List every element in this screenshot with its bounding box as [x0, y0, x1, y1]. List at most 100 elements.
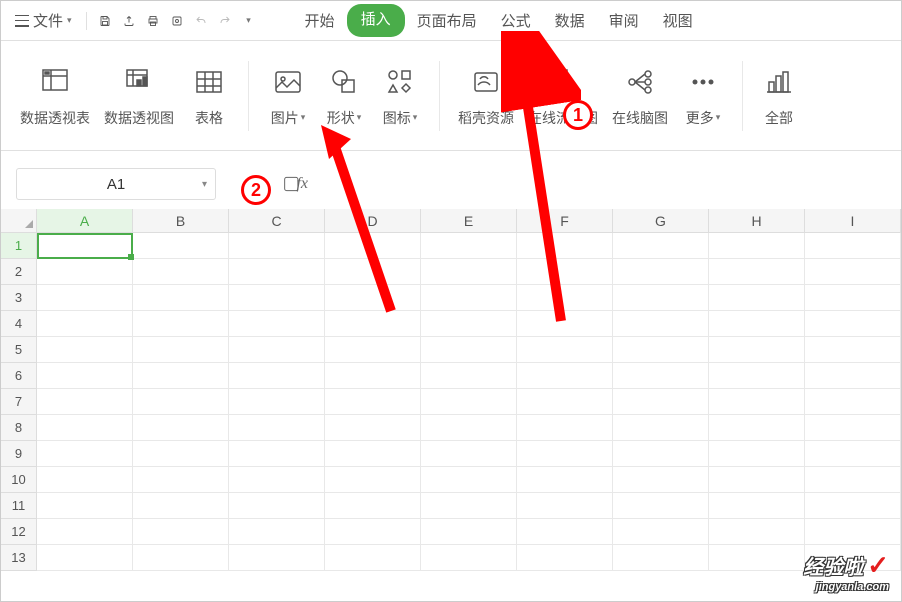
cell[interactable]: [709, 415, 805, 441]
cell[interactable]: [133, 389, 229, 415]
undo-icon[interactable]: [191, 11, 211, 31]
ribbon-pivot-table[interactable]: 数据透视表: [16, 56, 94, 136]
cell[interactable]: [709, 545, 805, 571]
ribbon-resource[interactable]: 稻壳资源: [454, 56, 518, 136]
cell[interactable]: [133, 311, 229, 337]
ribbon-icon-btn[interactable]: 图标▾: [375, 56, 425, 136]
column-header[interactable]: A: [37, 209, 133, 233]
cell[interactable]: [517, 259, 613, 285]
cell[interactable]: [37, 311, 133, 337]
print-icon[interactable]: [143, 11, 163, 31]
row-header[interactable]: 10: [1, 467, 37, 493]
cell[interactable]: [229, 415, 325, 441]
cell[interactable]: [517, 311, 613, 337]
cell[interactable]: [421, 545, 517, 571]
ribbon-all[interactable]: 全部: [757, 56, 801, 136]
cell[interactable]: [613, 233, 709, 259]
cell[interactable]: [709, 519, 805, 545]
cell[interactable]: [613, 441, 709, 467]
cell[interactable]: [805, 259, 901, 285]
cell[interactable]: [37, 363, 133, 389]
cell[interactable]: [229, 337, 325, 363]
cell[interactable]: [133, 337, 229, 363]
cell[interactable]: [37, 545, 133, 571]
cell[interactable]: [517, 415, 613, 441]
cell[interactable]: [229, 467, 325, 493]
cell[interactable]: [37, 467, 133, 493]
row-header[interactable]: 13: [1, 545, 37, 571]
cell[interactable]: [133, 545, 229, 571]
cell[interactable]: [229, 545, 325, 571]
row-header[interactable]: 1: [1, 233, 37, 259]
row-header[interactable]: 8: [1, 415, 37, 441]
cell[interactable]: [613, 259, 709, 285]
cell[interactable]: [133, 415, 229, 441]
ribbon-pivot-chart[interactable]: 数据透视图: [100, 56, 178, 136]
cell[interactable]: [421, 363, 517, 389]
cell[interactable]: [325, 519, 421, 545]
cell[interactable]: [37, 415, 133, 441]
file-menu-button[interactable]: 文件 ▾: [9, 6, 78, 35]
cell[interactable]: [709, 441, 805, 467]
row-header[interactable]: 9: [1, 441, 37, 467]
cell[interactable]: [421, 259, 517, 285]
column-header[interactable]: B: [133, 209, 229, 233]
cell[interactable]: [37, 389, 133, 415]
cell[interactable]: [613, 519, 709, 545]
cell[interactable]: [37, 259, 133, 285]
row-header[interactable]: 2: [1, 259, 37, 285]
cell[interactable]: [229, 363, 325, 389]
cell[interactable]: [613, 389, 709, 415]
cell[interactable]: [517, 519, 613, 545]
cell[interactable]: [421, 441, 517, 467]
cell[interactable]: [133, 233, 229, 259]
cell[interactable]: [229, 519, 325, 545]
column-header[interactable]: G: [613, 209, 709, 233]
cell[interactable]: [613, 415, 709, 441]
cell[interactable]: [709, 389, 805, 415]
cell-reference-box[interactable]: A1 ▾: [16, 168, 216, 200]
cell[interactable]: [325, 311, 421, 337]
cell[interactable]: [517, 233, 613, 259]
redo-icon[interactable]: [215, 11, 235, 31]
cell[interactable]: [805, 493, 901, 519]
cell[interactable]: [229, 441, 325, 467]
cell[interactable]: [613, 467, 709, 493]
tab-page-layout[interactable]: 页面布局: [405, 4, 489, 37]
cell[interactable]: [709, 285, 805, 311]
cell[interactable]: [421, 311, 517, 337]
cell[interactable]: [37, 233, 133, 259]
cell[interactable]: [133, 441, 229, 467]
cell[interactable]: [325, 337, 421, 363]
customize-dropdown-icon[interactable]: ▾: [239, 11, 259, 31]
cell[interactable]: [421, 285, 517, 311]
fx-button[interactable]: fx: [284, 172, 308, 196]
cell[interactable]: [133, 467, 229, 493]
cell[interactable]: [517, 545, 613, 571]
row-header[interactable]: 7: [1, 389, 37, 415]
row-header[interactable]: 3: [1, 285, 37, 311]
ribbon-table[interactable]: 表格: [184, 56, 234, 136]
cell[interactable]: [37, 285, 133, 311]
cell[interactable]: [325, 441, 421, 467]
cell[interactable]: [325, 389, 421, 415]
cell[interactable]: [37, 493, 133, 519]
row-header[interactable]: 6: [1, 363, 37, 389]
ribbon-online-mind[interactable]: 在线脑图: [608, 56, 672, 136]
tab-start[interactable]: 开始: [293, 4, 347, 37]
cell[interactable]: [325, 545, 421, 571]
cell[interactable]: [709, 337, 805, 363]
cell[interactable]: [421, 233, 517, 259]
cell[interactable]: [805, 519, 901, 545]
cell[interactable]: [709, 493, 805, 519]
cell[interactable]: [709, 363, 805, 389]
cell[interactable]: [709, 259, 805, 285]
cell[interactable]: [37, 519, 133, 545]
cell[interactable]: [325, 259, 421, 285]
cell[interactable]: [805, 415, 901, 441]
cell[interactable]: [325, 467, 421, 493]
tab-insert[interactable]: 插入: [347, 4, 405, 37]
cell[interactable]: [517, 493, 613, 519]
cell[interactable]: [133, 259, 229, 285]
save-icon[interactable]: [95, 11, 115, 31]
